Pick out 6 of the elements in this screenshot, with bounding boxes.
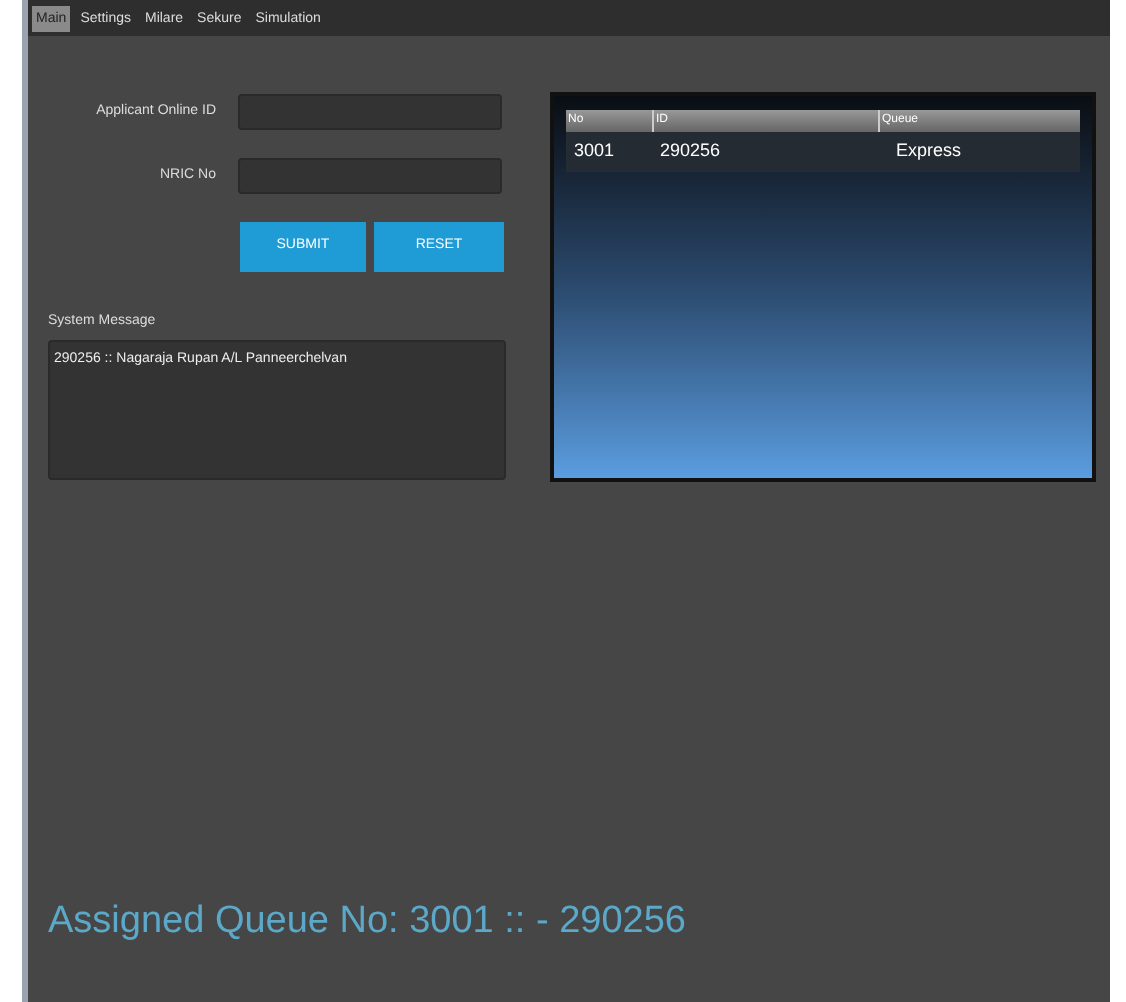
table-cell-text: 290256	[658, 138, 723, 165]
input-field[interactable]	[238, 94, 502, 130]
assigned-queue-text: Assigned Queue No: 3001 :: - 290256	[46, 897, 689, 945]
table-cell-text: Express	[894, 138, 964, 165]
input-field[interactable]	[238, 158, 502, 194]
table-cell-text: 3001	[572, 138, 617, 165]
